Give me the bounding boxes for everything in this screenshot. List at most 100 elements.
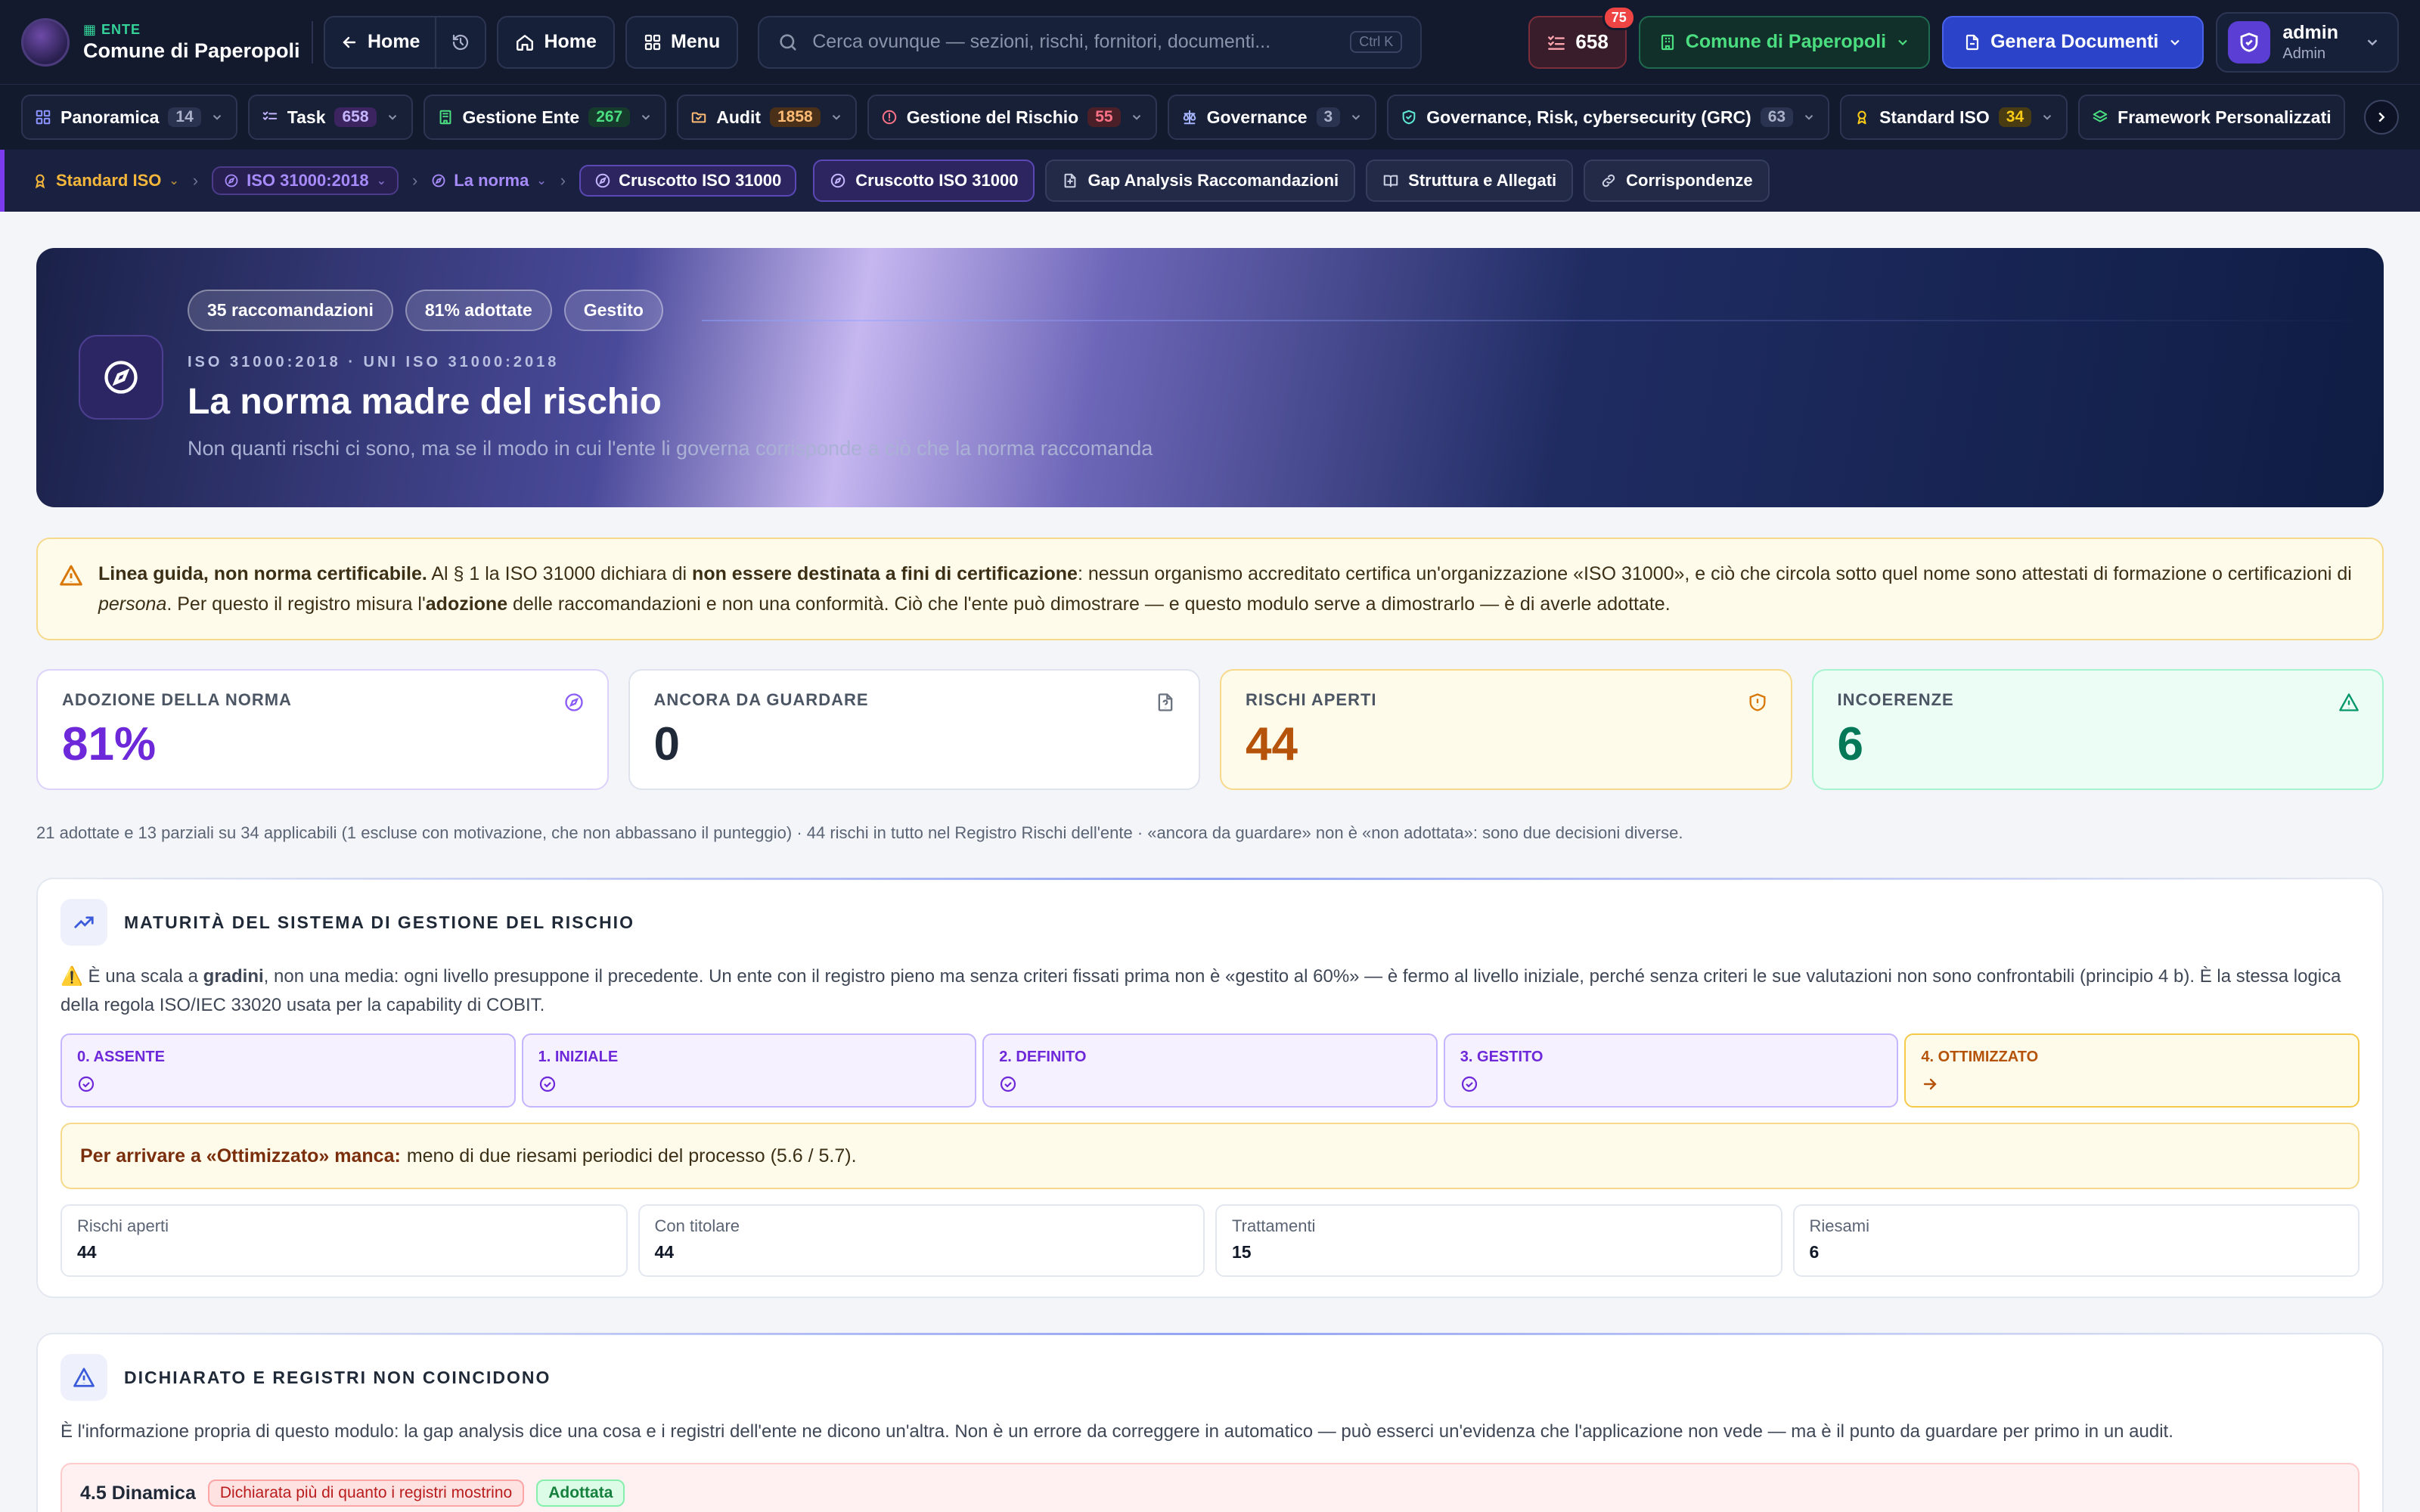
module-tab-count: 34 [1998, 107, 2032, 127]
module-tab-3[interactable]: Audit 1858 [677, 94, 857, 140]
check-circle-icon [999, 1075, 1421, 1093]
subtab-2[interactable]: Struttura e Allegati [1366, 160, 1574, 202]
book-icon [1382, 172, 1399, 189]
module-tab-5[interactable]: Governance 3 [1167, 94, 1377, 140]
stat-reviews: Riesami 6 [1792, 1204, 2360, 1277]
ente-selector[interactable]: Comune di Paperopoli [1638, 15, 1931, 69]
compass-icon [563, 692, 585, 713]
module-tab-4[interactable]: Gestione del Rischio 55 [867, 94, 1157, 140]
module-tab-0[interactable]: Panoramica 14 [21, 94, 237, 140]
next-level-requirement: Per arrivare a «Ottimizzato» manca: meno … [60, 1123, 2360, 1189]
module-tab-7[interactable]: Standard ISO 34 [1840, 94, 2068, 140]
triangle-alert-icon [2338, 692, 2360, 713]
module-tab-label: Gestione del Rischio [906, 107, 1079, 127]
module-tab-2[interactable]: Gestione Ente 267 [423, 94, 667, 140]
kpi-value: 0 [653, 718, 680, 770]
tasks-button[interactable]: 658 75 [1528, 5, 1636, 69]
module-tab-6[interactable]: Governance, Risk, cybersecurity (GRC) 63 [1387, 94, 1830, 140]
module-tab-count: 1858 [770, 107, 821, 127]
maturity-level-2[interactable]: 2. DEFINITO [982, 1033, 1438, 1108]
warning-icon [59, 563, 83, 587]
file-question-icon [1155, 692, 1176, 713]
subtab-0[interactable]: Cruscotto ISO 31000 [813, 160, 1035, 202]
chevron-down-icon [2040, 110, 2054, 124]
maturity-level-3[interactable]: 3. GESTITO [1443, 1033, 1899, 1108]
stat-open-risks: Rischi aperti 44 [60, 1204, 628, 1277]
file-diff-icon [1062, 172, 1078, 189]
subtab-label: Struttura e Allegati [1408, 171, 1557, 190]
kpi-to-review[interactable]: ANCORA DA GUARDARE 0 [628, 669, 1200, 790]
module-tab-label: Panoramica [60, 107, 160, 127]
kpi-value: 44 [1246, 718, 1298, 770]
module-tab-count: 63 [1760, 107, 1794, 127]
checklist-icon [1547, 33, 1566, 52]
kpi-value: 6 [1837, 718, 1863, 770]
award-icon [1854, 109, 1870, 125]
ente-logo [21, 17, 70, 67]
chevron-down-icon [2167, 35, 2183, 50]
shield-check-icon [1401, 109, 1417, 125]
hero-banner: 35 raccomandazioni 81% adottate Gestito … [36, 248, 2384, 507]
crumb-iso-31000[interactable]: ISO 31000:2018 ⌄ [212, 166, 399, 195]
kpi-open-risks[interactable]: RISCHI APERTI 44 [1220, 669, 1792, 790]
check-circle-icon [538, 1075, 960, 1093]
generate-documents-button[interactable]: Genera Documenti [1942, 15, 2204, 69]
chevron-right-icon [2373, 109, 2390, 125]
crumb-current-page[interactable]: Cruscotto ISO 31000 [579, 165, 797, 197]
compass-icon [594, 172, 611, 189]
kpi-inconsistencies[interactable]: INCOERENZE 6 [1811, 669, 2384, 790]
hero-pill-recommendations: 35 raccomandazioni [188, 290, 393, 331]
home-button[interactable]: Home [497, 15, 615, 69]
subtab-3[interactable]: Corrispondenze [1584, 160, 1770, 202]
shield-icon [2228, 20, 2271, 64]
crumb-la-norma[interactable]: La norma ⌄ [431, 171, 547, 191]
maturity-title: MATURITÀ DEL SISTEMA DI GESTIONE DEL RIS… [124, 912, 634, 932]
mismatch-card: DICHIARATO E REGISTRI NON COINCIDONO È l… [36, 1333, 2384, 1512]
subtab-label: Gap Analysis Raccomandazioni [1087, 171, 1339, 190]
search-placeholder: Cerca ovunque — sezioni, rischi, fornito… [812, 31, 1271, 52]
crumb-standard-iso[interactable]: Standard ISO ⌄ [32, 171, 179, 191]
triangle-alert-icon [60, 1354, 107, 1401]
chevron-down-icon [386, 110, 399, 124]
menu-button[interactable]: Menu [625, 15, 739, 69]
maturity-level-0[interactable]: 0. ASSENTE [60, 1033, 516, 1108]
top-bar: ▦ ENTE Comune di Paperopoli Home Home Me… [0, 0, 2420, 85]
chevron-down-icon [1130, 110, 1143, 124]
maturity-level-4[interactable]: 4. OTTIMIZZATO [1904, 1033, 2360, 1108]
module-tab-1[interactable]: Task 658 [247, 94, 413, 140]
page-title: La norma madre del rischio [188, 382, 662, 422]
history-button[interactable] [435, 17, 486, 67]
chevron-down-icon [1349, 110, 1363, 124]
subtab-label: Cruscotto ISO 31000 [855, 171, 1019, 190]
module-tab-label: Standard ISO [1879, 107, 1990, 127]
scroll-right-button[interactable] [2364, 100, 2399, 135]
mismatch-row[interactable]: 4.5 Dinamica Dichiarata più di quanto i … [60, 1463, 2360, 1512]
building-icon [437, 109, 454, 125]
hero-decoration-line [702, 320, 2384, 321]
back-home-button[interactable]: Home [325, 17, 436, 67]
user-menu[interactable]: admin Admin [2216, 11, 2399, 73]
maturity-level-1[interactable]: 1. INIZIALE [521, 1033, 977, 1108]
brand[interactable]: ▦ ENTE Comune di Paperopoli [21, 17, 301, 67]
compass-icon [224, 173, 239, 188]
adopted-badge: Adottata [536, 1479, 625, 1507]
user-role: Admin [2282, 45, 2326, 62]
sub-nav: Standard ISO ⌄ › ISO 31000:2018 ⌄ › La n… [0, 150, 2420, 212]
layers-icon [2092, 109, 2108, 125]
main-content: 35 raccomandazioni 81% adottate Gestito … [36, 248, 2384, 1512]
subtab-1[interactable]: Gap Analysis Raccomandazioni [1045, 160, 1356, 202]
module-tab-label: Governance, Risk, cybersecurity (GRC) [1426, 107, 1751, 127]
module-tab-8[interactable]: Framework Personalizzati [2078, 94, 2345, 140]
global-search-input[interactable]: Cerca ovunque — sezioni, rischi, fornito… [758, 15, 1423, 69]
checklist-icon [262, 109, 278, 125]
search-icon [777, 32, 799, 53]
home-icon [515, 33, 535, 52]
kpi-label: ADOZIONE DELLA NORMA [62, 690, 292, 709]
trending-up-icon [60, 899, 107, 946]
arrow-right-icon [1921, 1075, 2343, 1093]
scale-icon [1181, 109, 1198, 125]
kpi-adoption[interactable]: ADOZIONE DELLA NORMA 81% [36, 669, 609, 790]
kpi-row: ADOZIONE DELLA NORMA 81% ANCORA DA GUARD… [36, 669, 2384, 790]
mismatch-description: È l'informazione propria di questo modul… [60, 1421, 2173, 1442]
chevron-down-icon [830, 110, 843, 124]
